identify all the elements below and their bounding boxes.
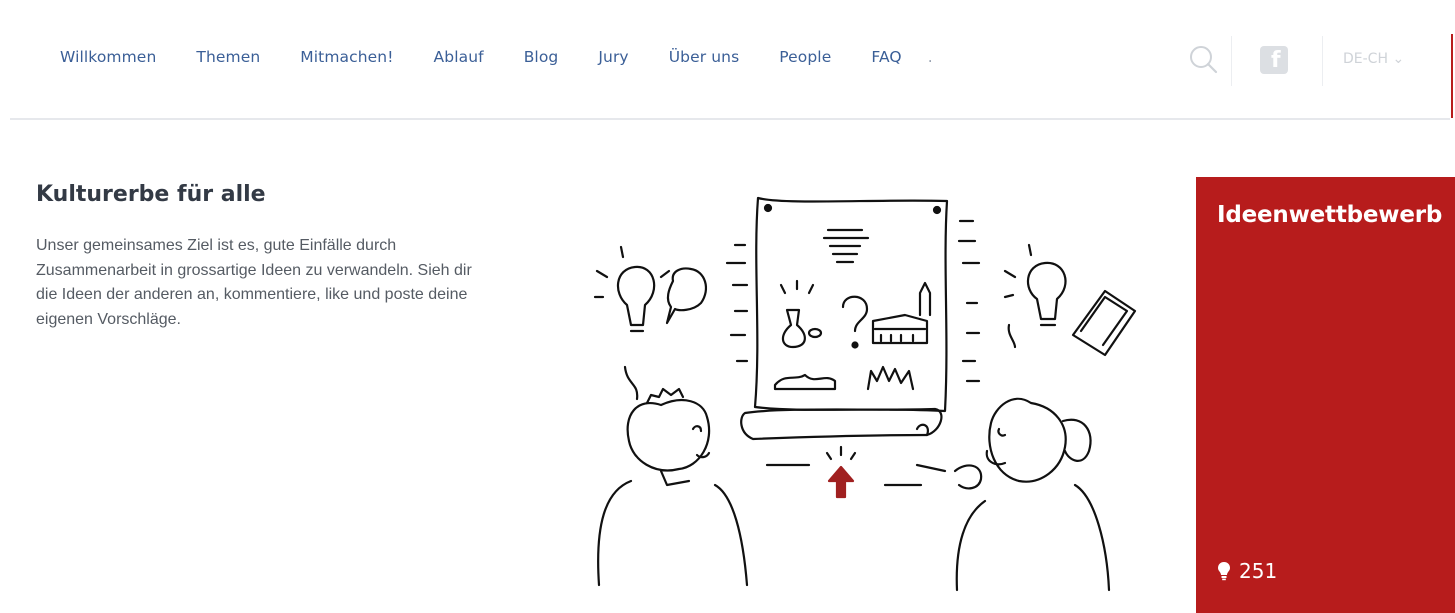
nav-item-willkommen[interactable]: Willkommen [60, 48, 156, 66]
top-navigation: Willkommen Themen Mitmachen! Ablauf Blog… [0, 0, 1455, 118]
nav-divider [1231, 36, 1232, 86]
nav-item-themen[interactable]: Themen [196, 48, 260, 66]
card-title: Ideenwettbewerb [1217, 202, 1443, 228]
intro-text: Unser gemeinsames Ziel ist es, gute Einf… [36, 237, 472, 328]
nav-item-more[interactable]: . [928, 48, 933, 66]
chevron-down-icon: ⌄ [1392, 51, 1405, 67]
facebook-icon[interactable]: f [1260, 46, 1288, 74]
collaboration-illustration [593, 196, 1137, 592]
language-label: DE-CH [1343, 51, 1388, 67]
accent-edge [1451, 34, 1453, 118]
nav-item-blog[interactable]: Blog [524, 48, 559, 66]
lightbulb-icon [1218, 562, 1230, 581]
main-menu: Willkommen Themen Mitmachen! Ablauf Blog… [60, 48, 973, 66]
nav-item-people[interactable]: People [779, 48, 831, 66]
idea-count-value: 251 [1239, 559, 1278, 583]
nav-divider-line [10, 118, 1450, 120]
search-icon[interactable] [1185, 42, 1221, 78]
nav-item-ablauf[interactable]: Ablauf [434, 48, 484, 66]
nav-item-ueber-uns[interactable]: Über uns [669, 48, 740, 66]
page-title: Kulturerbe für alle [36, 182, 266, 207]
idea-count: 251 [1217, 559, 1277, 583]
idea-competition-card[interactable]: Ideenwettbewerb 251 [1196, 177, 1455, 613]
language-selector[interactable]: DE-CH ⌄ [1343, 51, 1404, 67]
nav-divider [1322, 36, 1323, 86]
nav-item-jury[interactable]: Jury [598, 48, 628, 66]
nav-item-mitmachen[interactable]: Mitmachen! [300, 48, 393, 66]
nav-item-faq[interactable]: FAQ [871, 48, 901, 66]
